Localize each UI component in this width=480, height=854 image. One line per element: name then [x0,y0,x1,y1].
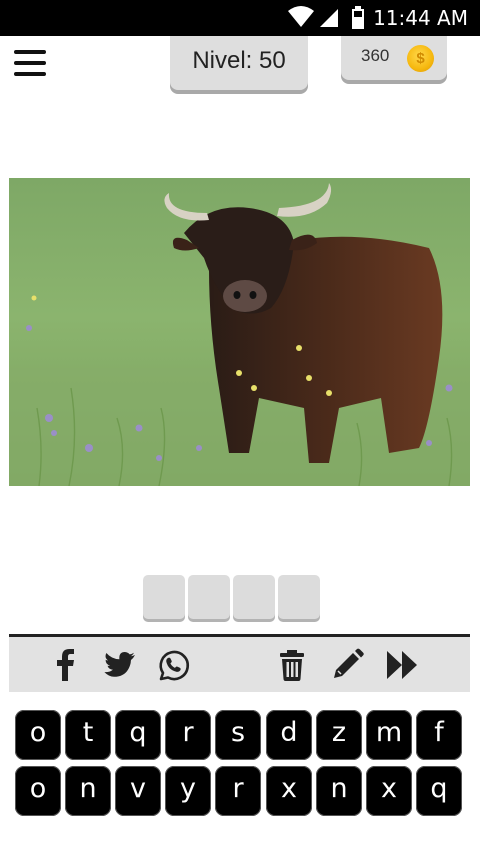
answer-slot[interactable] [143,575,185,619]
letter-key[interactable]: d [266,710,312,760]
facebook-share-button[interactable] [47,647,83,683]
letter-key[interactable]: q [115,710,161,760]
whatsapp-share-button[interactable] [155,647,191,683]
letter-key[interactable]: q [416,766,462,816]
letter-key[interactable]: r [165,710,211,760]
letter-key[interactable]: f [416,710,462,760]
answer-slot[interactable] [278,575,320,619]
letter-key[interactable]: x [266,766,312,816]
battery-icon [352,6,364,29]
twitter-icon [104,652,135,677]
letter-key[interactable]: t [65,710,111,760]
level-indicator: Nivel: 50 [170,36,308,90]
letter-key[interactable]: y [165,766,211,816]
status-bar: 11:44 AM [0,0,480,36]
letter-key[interactable]: s [215,710,261,760]
puzzle-image [9,178,470,486]
coin-counter[interactable]: 360 $ [341,36,447,80]
letter-key[interactable]: x [366,766,412,816]
letter-key[interactable]: n [65,766,111,816]
coin-count: 360 [361,46,390,65]
wifi-icon [288,6,314,27]
letter-key[interactable]: o [15,710,61,760]
clock: 11:44 AM [373,6,468,30]
letter-key[interactable]: o [15,766,61,816]
answer-slot[interactable] [233,575,275,619]
hint-button[interactable] [329,647,365,683]
gold-coin-icon: $ [407,45,434,72]
trash-icon [280,650,304,681]
letter-key[interactable]: r [215,766,261,816]
answer-slots [143,575,323,621]
whatsapp-icon [159,650,190,681]
answer-slot[interactable] [188,575,230,619]
level-label: Nivel: 50 [192,47,286,74]
facebook-icon [57,649,74,681]
pencil-icon [334,648,364,678]
skip-button[interactable] [384,647,420,683]
letter-key[interactable]: z [316,710,362,760]
letter-keyboard: o t q r s d z m f o n v y r x n x q [0,698,480,854]
fast-forward-icon [387,651,417,679]
letter-key[interactable]: n [316,766,362,816]
action-toolbar [9,634,470,692]
delete-button[interactable] [274,647,310,683]
hamburger-menu-icon[interactable] [14,50,50,80]
twitter-share-button[interactable] [101,647,137,683]
signal-icon [320,9,338,27]
letter-key[interactable]: m [366,710,412,760]
letter-key[interactable]: v [115,766,161,816]
